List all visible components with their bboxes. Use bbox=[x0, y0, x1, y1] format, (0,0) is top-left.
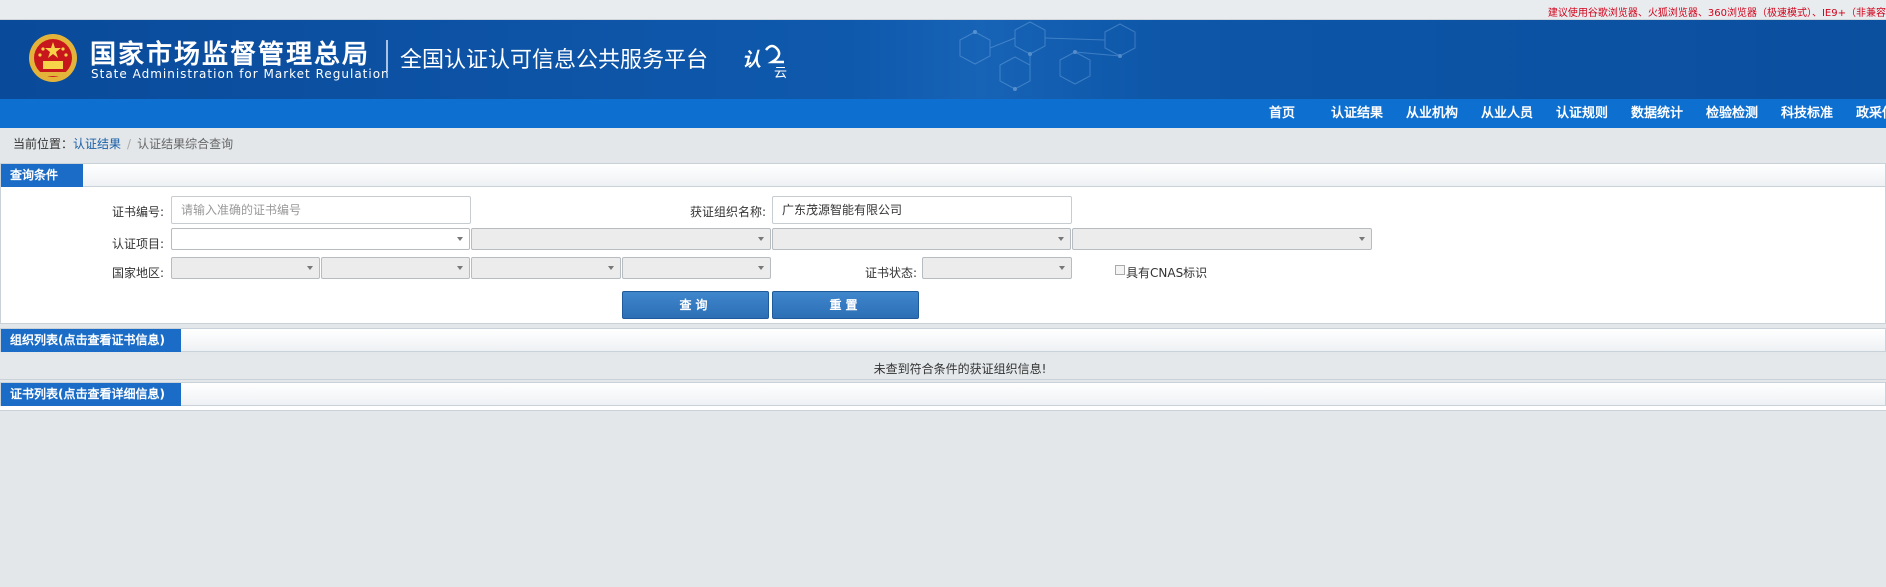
chevron-down-icon bbox=[1058, 237, 1064, 241]
status-select[interactable] bbox=[922, 257, 1072, 279]
cert-no-input[interactable]: 请输入准确的证书编号 bbox=[171, 196, 471, 224]
org-list-empty-row: 未查到符合条件的获证组织信息! bbox=[0, 355, 1886, 380]
region-select-country[interactable] bbox=[171, 257, 320, 279]
project-select-2[interactable] bbox=[471, 228, 771, 250]
cert-list-title: 证书列表(点击查看详细信息) bbox=[10, 387, 165, 401]
nav-item-cert-results[interactable]: 认证结果 bbox=[1331, 99, 1383, 128]
cnas-checkbox[interactable] bbox=[1115, 265, 1125, 275]
reset-button[interactable]: 重置 bbox=[772, 291, 919, 319]
svg-text:认: 认 bbox=[742, 49, 761, 71]
chevron-down-icon bbox=[457, 237, 463, 241]
cert-list-body bbox=[0, 406, 1886, 411]
breadcrumb-link-cert-results[interactable]: 认证结果 bbox=[73, 137, 121, 151]
region-select-province[interactable] bbox=[321, 257, 470, 279]
query-panel-header: 查询条件 bbox=[0, 163, 1886, 187]
cnas-label: 具有CNAS标识 bbox=[1126, 266, 1208, 280]
chevron-down-icon bbox=[608, 266, 614, 270]
cert-no-label: 证书编号: bbox=[112, 205, 165, 219]
browser-notice: 建议使用谷歌浏览器、火狐浏览器、360浏览器（极速模式）、IE9+（非兼容 bbox=[1547, 8, 1886, 19]
breadcrumb-prefix: 当前位置： bbox=[13, 137, 74, 151]
breadcrumb: 当前位置：认证结果 / 认证结果综合查询 bbox=[13, 135, 233, 152]
org-list-empty-message: 未查到符合条件的获证组织信息! bbox=[873, 362, 1047, 376]
status-label: 证书状态: bbox=[865, 266, 918, 280]
renyun-logo: 认 云 bbox=[742, 44, 787, 80]
top-notice-bar: 建议使用谷歌浏览器、火狐浏览器、360浏览器（极速模式）、IE9+（非兼容 bbox=[0, 0, 1886, 20]
cert-list-panel-header: 证书列表(点击查看详细信息) bbox=[0, 382, 1886, 406]
chevron-down-icon bbox=[1359, 237, 1365, 241]
query-panel-title: 查询条件 bbox=[10, 168, 59, 182]
chevron-down-icon bbox=[1059, 266, 1065, 270]
main-nav: 首页 认证结果 从业机构 从业人员 认证规则 数据统计 检验检测 科技标准 政采… bbox=[0, 99, 1886, 128]
breadcrumb-separator: / bbox=[127, 137, 132, 151]
project-label: 认证项目: bbox=[112, 237, 165, 251]
region-select-district[interactable] bbox=[622, 257, 771, 279]
org-name-cn: 国家市场监督管理总局 bbox=[90, 40, 371, 70]
org-name-en: State Administration for Market Regulati… bbox=[91, 67, 390, 81]
nav-item-inspection[interactable]: 检验检测 bbox=[1706, 99, 1758, 128]
nav-item-institutions[interactable]: 从业机构 bbox=[1406, 99, 1458, 128]
org-list-panel-tab: 组织列表(点击查看证书信息) bbox=[1, 329, 181, 352]
chevron-down-icon bbox=[457, 266, 463, 270]
platform-title: 全国认证认可信息公共服务平台 bbox=[400, 48, 709, 73]
site-header: 国家市场监督管理总局 State Administration for Mark… bbox=[0, 20, 1886, 99]
chevron-down-icon bbox=[758, 237, 764, 241]
region-select-city[interactable] bbox=[471, 257, 621, 279]
query-panel-tab: 查询条件 bbox=[1, 164, 83, 187]
chevron-down-icon bbox=[307, 266, 313, 270]
nav-item-statistics[interactable]: 数据统计 bbox=[1631, 99, 1683, 128]
nav-item-practitioners[interactable]: 从业人员 bbox=[1481, 99, 1533, 128]
cert-no-placeholder: 请输入准确的证书编号 bbox=[181, 203, 302, 217]
region-label: 国家地区: bbox=[112, 266, 165, 280]
svg-text:云: 云 bbox=[774, 66, 787, 80]
nav-item-home[interactable]: 首页 bbox=[1269, 99, 1295, 128]
national-emblem-icon bbox=[29, 34, 77, 82]
project-select-1[interactable] bbox=[171, 228, 470, 250]
chevron-down-icon bbox=[758, 266, 764, 270]
org-list-title: 组织列表(点击查看证书信息) bbox=[10, 333, 165, 347]
project-select-3[interactable] bbox=[772, 228, 1071, 250]
org-list-panel-header: 组织列表(点击查看证书信息) bbox=[0, 328, 1886, 352]
org-name-value: 广东茂源智能有限公司 bbox=[782, 203, 903, 217]
breadcrumb-current: 认证结果综合查询 bbox=[137, 137, 234, 151]
nav-item-cert-rules[interactable]: 认证规则 bbox=[1556, 99, 1608, 128]
nav-item-procurement[interactable]: 政采信 bbox=[1856, 99, 1886, 128]
search-button[interactable]: 查询 bbox=[622, 291, 769, 319]
hexagon-network-decoration bbox=[959, 21, 1136, 91]
org-name-input[interactable]: 广东茂源智能有限公司 bbox=[772, 196, 1072, 224]
header-divider bbox=[386, 40, 388, 72]
cert-list-panel-tab: 证书列表(点击查看详细信息) bbox=[1, 383, 181, 406]
nav-item-tech-standards[interactable]: 科技标准 bbox=[1781, 99, 1833, 128]
project-select-4[interactable] bbox=[1072, 228, 1372, 250]
org-name-label: 获证组织名称: bbox=[690, 205, 767, 219]
